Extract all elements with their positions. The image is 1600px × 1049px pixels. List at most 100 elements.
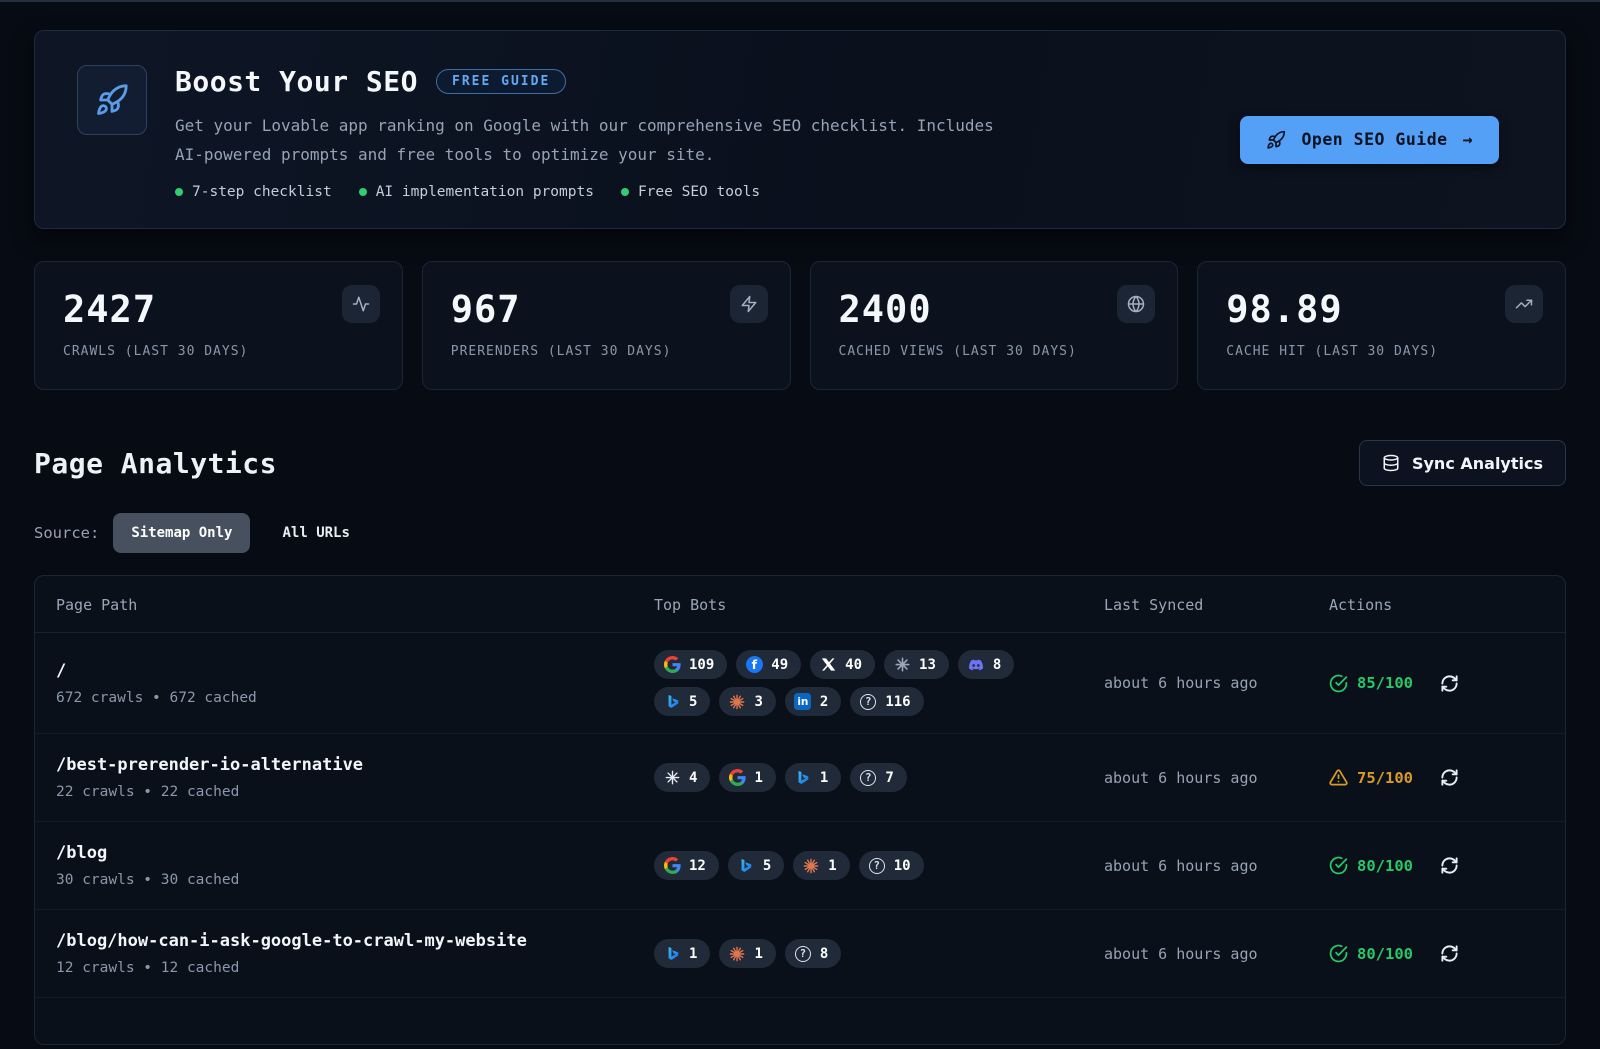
page-analytics-table: Page Path Top Bots Last Synced Actions /… [34,575,1566,1045]
open-seo-guide-button[interactable]: Open SEO Guide → [1240,116,1499,164]
google-bot-icon [663,857,681,875]
refresh-button[interactable] [1440,768,1459,787]
cta-label: Open SEO Guide [1301,130,1447,149]
score-badge: 85/100 [1329,674,1413,693]
anthropic-bot-pill: 1 [793,851,849,880]
feature-item: Free SEO tools [621,184,760,200]
page-path-cell: / 672 crawls • 672 cached [56,661,654,706]
actions-cell: 75/100 [1329,768,1565,787]
bing-bot-icon [663,693,681,711]
unknown-bot-icon: ? [859,769,877,787]
discord-bot-pill: 8 [958,650,1014,679]
top-divider [0,0,1600,2]
stat-value: 98.89 [1226,288,1537,331]
bot-count: 10 [894,858,911,874]
google-bot-pill: 12 [654,851,719,880]
table-row: /best-prerender-io-alternative 22 crawls… [35,734,1565,822]
bot-count: 1 [689,946,697,962]
page-path-cell: /blog/how-can-i-ask-google-to-crawl-my-w… [56,931,654,976]
bot-count: 49 [771,657,788,673]
table-row: /blog/how-can-i-ask-google-to-crawl-my-w… [35,910,1565,998]
stat-label: CRAWLS (LAST 30 DAYS) [63,344,374,359]
bot-count: 3 [754,694,762,710]
score-value: 80/100 [1357,945,1413,963]
page-meta: 30 crawls • 30 cached [56,872,654,888]
google-bot-icon [728,769,746,787]
google-bot-pill: 1 [719,763,775,792]
database-icon [1382,454,1400,472]
anthropic-bot-icon [728,945,746,963]
green-dot-icon [621,188,629,196]
anthropic-bot-pill: 1 [719,939,775,968]
actions-cell: 80/100 [1329,944,1565,963]
anthropic-bot-icon [728,693,746,711]
column-header-actions: Actions [1329,596,1565,614]
source-option-sitemap-only[interactable]: Sitemap Only [113,513,250,553]
unknown-bot-icon: ? [859,693,877,711]
bot-count: 5 [689,694,697,710]
linkedin-bot-icon: in [794,693,812,711]
score-value: 85/100 [1357,674,1413,692]
stat-label: CACHE HIT (LAST 30 DAYS) [1226,344,1537,359]
bot-count: 7 [885,770,893,786]
page-meta: 672 crawls • 672 cached [56,690,654,706]
x-bot-icon [819,656,837,674]
last-synced: about 6 hours ago [1104,674,1329,692]
last-synced: about 6 hours ago [1104,857,1329,875]
check-circle-icon [1329,856,1348,875]
score-badge: 80/100 [1329,944,1413,963]
source-toggle-row: Source: Sitemap Only All URLs [34,513,1566,553]
anthropic-bot-pill: 3 [719,687,775,716]
bot-count: 116 [885,694,910,710]
bot-count: 4 [689,770,697,786]
openai-bot-pill: 13 [884,650,949,679]
unknown-bot-icon: ? [868,857,886,875]
bot-list: 1251?10 [654,851,1104,880]
unknown-bot-pill: ? 116 [850,687,923,716]
stat-card-cached-views: 2400 CACHED VIEWS (LAST 30 DAYS) [810,261,1179,390]
bot-list: 11?8 [654,939,1104,968]
bot-list: 109f494013853in2?116 [654,650,1104,716]
page-analytics-title: Page Analytics [34,447,277,480]
trending-up-icon [1505,285,1543,323]
free-guide-badge: FREE GUIDE [436,69,566,94]
bot-count: 1 [754,770,762,786]
last-synced: about 6 hours ago [1104,945,1329,963]
bot-count: 12 [689,858,706,874]
page-path[interactable]: / [56,661,654,681]
refresh-button[interactable] [1440,674,1459,693]
rocket-icon [1266,130,1286,150]
bing-bot-pill: 5 [654,687,710,716]
page-path[interactable]: /blog/how-can-i-ask-google-to-crawl-my-w… [56,931,654,951]
banner-feature-list: 7-step checklist AI implementation promp… [175,184,1212,200]
unknown-bot-icon: ? [794,945,812,963]
stat-card-cache-hit: 98.89 CACHE HIT (LAST 30 DAYS) [1197,261,1566,390]
sync-analytics-button[interactable]: Sync Analytics [1359,440,1566,486]
table-row: / 672 crawls • 672 cached 109f494013853i… [35,633,1565,734]
rocket-icon-box [77,65,147,135]
score-badge: 75/100 [1329,768,1413,787]
google-bot-icon [663,656,681,674]
bot-count: 1 [828,858,836,874]
arrow-right-icon: → [1463,130,1473,149]
column-header-page-path: Page Path [56,596,654,614]
refresh-button[interactable] [1440,944,1459,963]
banner-content: Boost Your SEO FREE GUIDE Get your Lovab… [175,65,1212,200]
actions-cell: 85/100 [1329,674,1565,693]
table-row: /blog 30 crawls • 30 cached 1251?10 abou… [35,822,1565,910]
unknown-bot-pill: ?7 [850,763,906,792]
bot-count: 13 [919,657,936,673]
refresh-button[interactable] [1440,856,1459,875]
source-option-all-urls[interactable]: All URLs [264,513,367,553]
stat-label: PRERENDERS (LAST 30 DAYS) [451,344,762,359]
bot-count: 8 [993,657,1001,673]
stat-card-prerenders: 967 PRERENDERS (LAST 30 DAYS) [422,261,791,390]
page-path[interactable]: /blog [56,843,654,863]
check-circle-icon [1329,674,1348,693]
stat-card-crawls: 2427 CRAWLS (LAST 30 DAYS) [34,261,403,390]
check-circle-icon [1329,944,1348,963]
bing-bot-icon [663,945,681,963]
perplexity-bot-icon [663,769,681,787]
page-path[interactable]: /best-prerender-io-alternative [56,755,654,775]
stat-cards: 2427 CRAWLS (LAST 30 DAYS) 967 PRERENDER… [34,261,1566,390]
